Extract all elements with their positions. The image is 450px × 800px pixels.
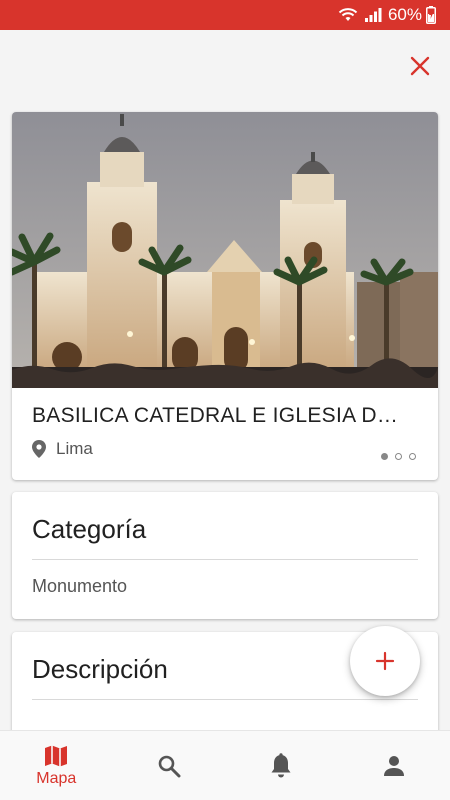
category-heading: Categoría — [32, 492, 418, 560]
nav-item-notifications[interactable] — [225, 731, 338, 800]
pager-dot[interactable] — [395, 453, 402, 460]
nav-label-map: Mapa — [36, 769, 77, 787]
wifi-icon — [338, 7, 358, 23]
category-value: Monumento — [32, 576, 128, 596]
location-label: Lima — [56, 439, 93, 458]
nav-item-map[interactable]: Mapa — [0, 731, 113, 800]
map-icon — [45, 745, 68, 766]
signal-icon — [364, 7, 382, 23]
bell-icon — [271, 752, 291, 777]
plus-icon — [375, 651, 395, 671]
nav-item-search[interactable] — [113, 731, 226, 800]
place-title: BASILICA CATEDRAL E IGLESIA DEL... — [32, 404, 412, 427]
add-button[interactable] — [350, 626, 420, 696]
status-bar: 60% — [0, 0, 450, 30]
close-icon — [410, 56, 430, 76]
place-card[interactable]: BASILICA CATEDRAL E IGLESIA DEL... Lima — [12, 112, 438, 480]
close-button[interactable] — [402, 50, 438, 82]
person-icon — [383, 755, 404, 776]
search-icon — [158, 755, 181, 777]
category-card: Categoría Monumento — [12, 492, 438, 619]
nav-item-profile[interactable] — [338, 731, 450, 800]
bottom-nav: Mapa — [0, 730, 450, 800]
place-location: Lima — [32, 439, 93, 459]
location-pin-icon — [32, 440, 46, 458]
battery-charging-icon — [426, 6, 436, 24]
pager-dot[interactable] — [409, 453, 416, 460]
place-photo[interactable] — [12, 112, 438, 388]
photo-pager[interactable] — [374, 453, 416, 460]
battery-percent: 60% — [387, 5, 422, 24]
pager-dot[interactable] — [381, 453, 388, 460]
